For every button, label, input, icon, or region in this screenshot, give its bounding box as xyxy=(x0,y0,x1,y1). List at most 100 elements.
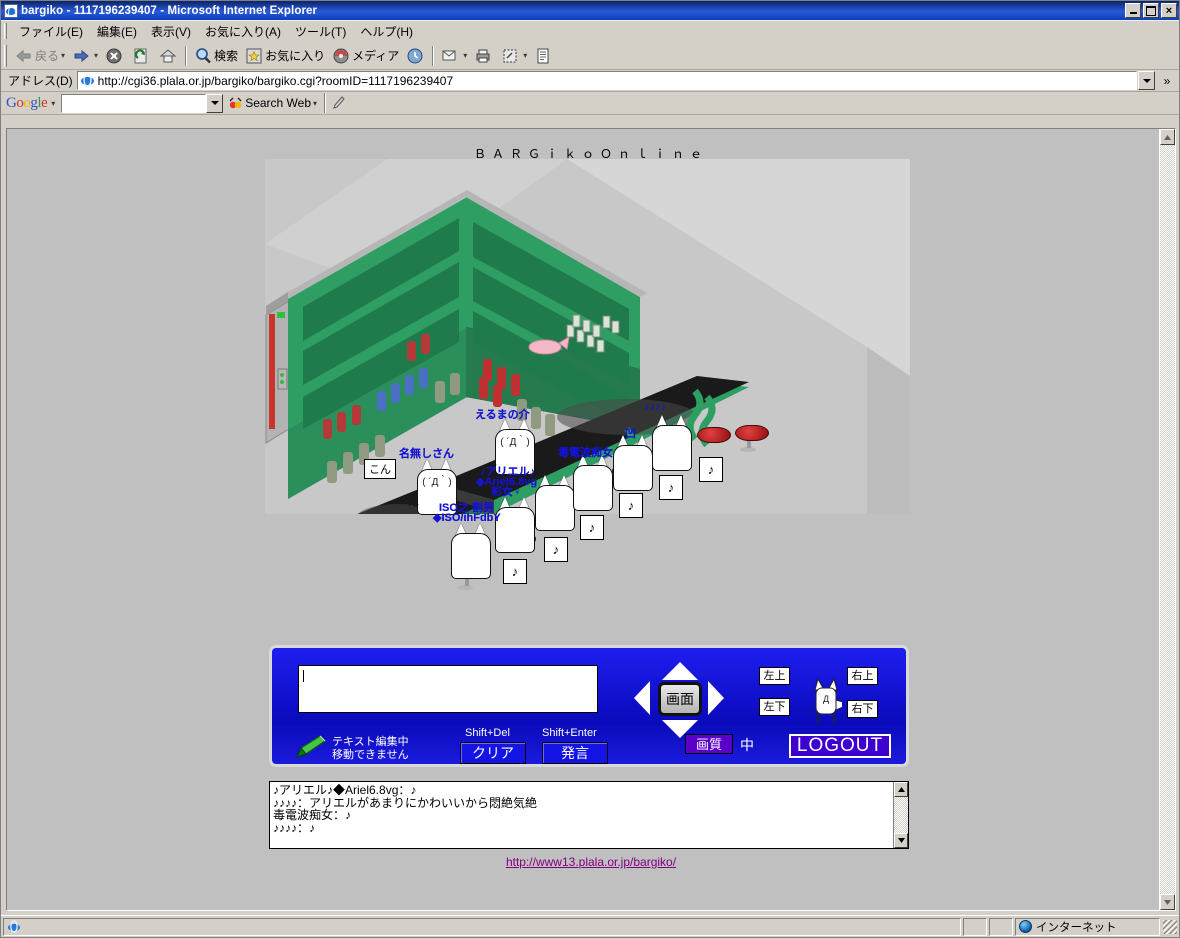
chat-scroll-track[interactable] xyxy=(894,797,908,833)
refresh-button[interactable] xyxy=(128,44,155,68)
menu-view[interactable]: 表示(V) xyxy=(144,21,198,42)
edit-chevron-down-icon[interactable]: ▾ xyxy=(523,51,527,60)
svg-text:Д: Д xyxy=(823,694,829,704)
favorites-button[interactable]: お気に入り xyxy=(241,44,328,68)
google-toolbar: Google ▾ Search Web ▾ xyxy=(1,92,1179,115)
position-lower-left-button[interactable]: 左下 xyxy=(759,698,790,716)
search-label: 検索 xyxy=(214,49,239,63)
address-dropdown-button[interactable] xyxy=(1138,71,1155,90)
ie-app-icon xyxy=(4,3,18,18)
position-upper-right-button[interactable]: 右上 xyxy=(847,667,878,685)
chat-scroll-up-button[interactable] xyxy=(894,782,908,797)
menu-help[interactable]: ヘルプ(H) xyxy=(353,21,420,42)
window-title: bargiko - 1117196239407 - Microsoft Inte… xyxy=(21,4,318,17)
chat-scroll-down-button[interactable] xyxy=(894,833,908,848)
character-avatar[interactable] xyxy=(451,523,491,587)
cat-face xyxy=(613,445,653,491)
stop-icon xyxy=(104,46,124,66)
stool xyxy=(735,425,769,441)
character-name: 毒電波痴女 xyxy=(558,447,613,459)
character-avatar[interactable] xyxy=(573,455,613,519)
character-avatar[interactable] xyxy=(613,435,653,499)
edit-button[interactable]: ▾ xyxy=(497,44,530,68)
character-name: えるまの介 xyxy=(475,409,530,421)
history-icon xyxy=(405,46,425,66)
google-history-dropdown[interactable] xyxy=(206,93,224,113)
move-right-button[interactable] xyxy=(708,681,724,715)
back-label: 戻る xyxy=(35,49,60,63)
media-button[interactable]: メディア xyxy=(328,44,402,68)
maximize-button[interactable] xyxy=(1143,3,1159,18)
google-highlight-icon[interactable] xyxy=(329,93,349,113)
chat-log: ♪アリエル♪◆Ariel6.8vg：♪ ♪♪♪♪：アリエルがあまりにかわいいから… xyxy=(269,781,909,849)
forward-chevron-down-icon[interactable]: ▾ xyxy=(94,51,98,60)
google-chevron-down-icon[interactable]: ▾ xyxy=(51,99,55,108)
forward-button[interactable]: ▾ xyxy=(68,44,101,68)
media-icon xyxy=(331,46,351,66)
google-search-web-button[interactable]: Search Web ▾ xyxy=(223,95,321,112)
clear-shortcut-hint: Shift+Del xyxy=(465,727,510,739)
search-button[interactable]: 検索 xyxy=(190,44,241,68)
toolbar-grip[interactable] xyxy=(4,44,8,67)
close-button[interactable]: × xyxy=(1161,3,1177,18)
history-button[interactable] xyxy=(402,44,429,68)
chat-text-input[interactable] xyxy=(298,665,598,713)
search-web-chevron-down-icon[interactable]: ▾ xyxy=(313,99,317,108)
game-scene[interactable]: ＢＡＲＧｉｋｏＯｎｌｉｎｅ こん 名無しさん (´Д｀) 〜 えるまの介 (… xyxy=(7,129,1159,590)
media-label: メディア xyxy=(352,49,400,63)
menubar-grip[interactable] xyxy=(4,23,8,39)
mail-button[interactable]: ▾ xyxy=(437,44,470,68)
page-scroll-track[interactable] xyxy=(1160,145,1175,894)
toolbar-separator-1 xyxy=(185,45,188,66)
print-button[interactable] xyxy=(470,44,497,68)
minimize-button[interactable] xyxy=(1125,3,1141,18)
page-scroll-down-button[interactable] xyxy=(1160,894,1175,910)
google-search-web-icon xyxy=(227,95,244,112)
character-name: ♪♪♪♪ xyxy=(644,401,666,413)
menu-tools[interactable]: ツール(T) xyxy=(288,21,353,42)
menu-favorites[interactable]: お気に入り(A) xyxy=(198,21,288,42)
chat-log-text: ♪アリエル♪◆Ariel6.8vg：♪ ♪♪♪♪：アリエルがあまりにかわいいから… xyxy=(270,782,893,848)
character-avatar[interactable] xyxy=(535,475,575,539)
cat-face xyxy=(652,425,692,471)
back-button[interactable]: 戻る ▾ xyxy=(11,44,68,68)
search-icon xyxy=(193,46,213,66)
page-scrollbar[interactable] xyxy=(1159,129,1175,910)
google-separator xyxy=(324,93,327,113)
move-left-button[interactable] xyxy=(634,681,650,715)
position-upper-left-button[interactable]: 左上 xyxy=(759,667,790,685)
status-cell-3 xyxy=(989,917,1013,936)
chat-log-line: ♪♪♪♪：♪ xyxy=(273,820,316,835)
stool xyxy=(697,427,731,443)
position-lower-right-button[interactable]: 右下 xyxy=(847,700,878,718)
home-button[interactable] xyxy=(155,44,182,68)
menubar: ファイル(E) 編集(E) 表示(V) お気に入り(A) ツール(T) ヘルプ(… xyxy=(1,20,1179,42)
menu-file[interactable]: ファイル(E) xyxy=(12,21,90,42)
character-avatar[interactable] xyxy=(495,497,535,561)
page-canvas: ＢＡＲＧｉｋｏＯｎｌｉｎｅ こん 名無しさん (´Д｀) 〜 えるまの介 (… xyxy=(7,129,1159,910)
page-icon xyxy=(80,73,95,88)
google-search-field[interactable] xyxy=(61,93,207,113)
discuss-button[interactable] xyxy=(530,44,557,68)
stop-button[interactable] xyxy=(101,44,128,68)
address-input[interactable]: http://cgi36.plala.or.jp/bargiko/bargiko… xyxy=(76,71,1137,90)
clear-button[interactable]: クリア xyxy=(460,742,526,764)
cat-face xyxy=(535,485,575,531)
character-name: 凹 xyxy=(625,428,636,440)
back-chevron-down-icon[interactable]: ▾ xyxy=(61,51,65,60)
quality-button[interactable]: 画質 xyxy=(685,734,733,754)
mail-chevron-down-icon[interactable]: ▾ xyxy=(463,51,467,60)
go-button[interactable]: » xyxy=(1155,74,1179,88)
google-search-input[interactable] xyxy=(62,94,206,112)
cat-expression: ( ´Д｀) xyxy=(500,437,530,448)
send-button[interactable]: 発言 xyxy=(542,742,608,764)
chat-log-scrollbar[interactable] xyxy=(893,782,908,848)
page-scroll-up-button[interactable] xyxy=(1160,129,1175,145)
screen-center-button[interactable]: 画面 xyxy=(658,682,702,716)
menu-edit[interactable]: 編集(E) xyxy=(90,21,144,42)
move-up-button[interactable] xyxy=(662,662,698,680)
homepage-link[interactable]: http://www13.plala.or.jp/bargiko/ xyxy=(7,855,1159,869)
character-avatar[interactable] xyxy=(652,415,692,479)
resize-grip[interactable] xyxy=(1163,919,1177,934)
logout-button[interactable]: LOGOUT xyxy=(789,734,891,758)
